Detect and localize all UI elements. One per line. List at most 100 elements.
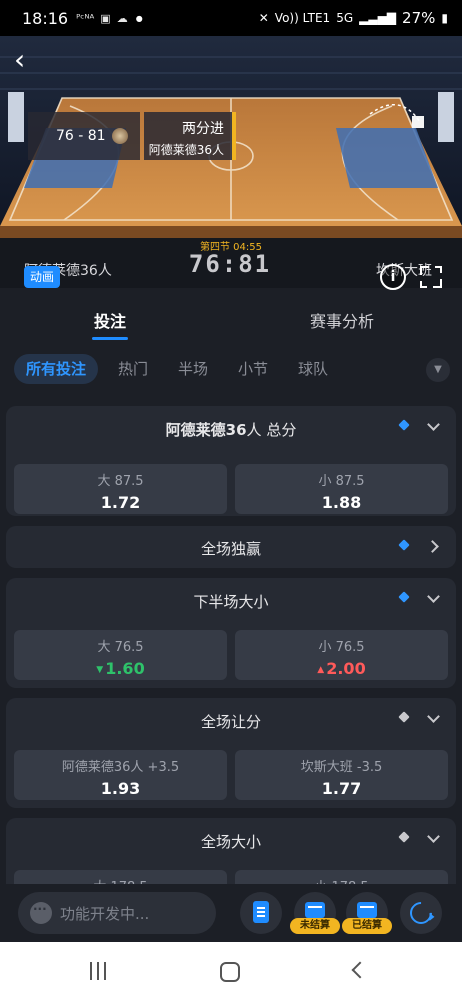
market-card: 全场让分 阿德莱德36人 +3.5 1.93 坎斯大班 -3.5 1.77 bbox=[6, 698, 456, 808]
signal-label: 5G bbox=[336, 11, 354, 25]
market-card: 全场大小 大 178.5 小 178.5 bbox=[6, 818, 456, 884]
chevron-down-icon[interactable] bbox=[426, 830, 442, 846]
info-icon[interactable]: i bbox=[380, 264, 406, 290]
chevron-down-icon[interactable] bbox=[426, 418, 442, 434]
market-title: 阿德莱德36人 总分 bbox=[165, 421, 297, 439]
odds-value: ▼ 1.60 bbox=[96, 659, 145, 678]
odds-value: 1.72 bbox=[100, 493, 141, 512]
notification-dot-icon: ● bbox=[135, 13, 143, 23]
tab-match-analysis[interactable]: 赛事分析 bbox=[310, 308, 374, 332]
chevron-down-icon[interactable] bbox=[426, 590, 442, 606]
odds-label: 阿德莱德36人 +3.5 bbox=[61, 760, 180, 775]
main-tabs: 投注 赛事分析 bbox=[0, 296, 462, 344]
bottom-toolbar: 功能开发中... 未结算 已结算 bbox=[0, 884, 462, 942]
odds-button[interactable]: 小 76.5 ▲ 2.00 bbox=[235, 630, 448, 680]
odds-value: ▲ 2.00 bbox=[317, 659, 366, 678]
odds-button[interactable]: 小 178.5 bbox=[235, 870, 448, 884]
sub-tab-all-bets[interactable]: 所有投注 bbox=[14, 354, 99, 384]
cloud-icon: ☁ bbox=[116, 11, 128, 25]
recent-apps-icon[interactable] bbox=[90, 962, 108, 980]
market-title: 全场大小 bbox=[200, 833, 261, 851]
chevron-down-icon[interactable]: ▼ bbox=[426, 358, 450, 382]
market-title: 全场独赢 bbox=[200, 540, 261, 558]
sub-tab-half[interactable]: 半场 bbox=[178, 354, 208, 384]
signal-bars-icon: ▂▃▅▇ bbox=[359, 11, 397, 25]
score-compact: 76 - 81 bbox=[56, 128, 106, 144]
market-header[interactable]: 下半场大小 bbox=[6, 578, 456, 622]
market-card[interactable]: 全场独赢 bbox=[6, 526, 456, 568]
market-header[interactable]: 阿德莱德36人 总分 bbox=[6, 406, 456, 450]
pin-icon[interactable] bbox=[398, 420, 410, 432]
pin-icon[interactable] bbox=[398, 592, 410, 604]
bet-slip-button[interactable] bbox=[240, 892, 282, 934]
sub-tab-team[interactable]: 球队 bbox=[298, 354, 328, 384]
document-icon bbox=[253, 901, 269, 923]
sub-tab-quarter[interactable]: 小节 bbox=[238, 354, 268, 384]
mute-icon: ✕ bbox=[258, 11, 269, 25]
pin-icon[interactable] bbox=[398, 712, 410, 724]
odds-button[interactable]: 大 178.5 bbox=[14, 870, 227, 884]
markets-list: 阿德莱德36人 总分 大 87.5 1.72 小 87.5 1.88 全场独赢 … bbox=[0, 392, 462, 884]
status-time: 18:16 bbox=[22, 8, 69, 28]
tray-icon bbox=[305, 902, 325, 918]
back-icon[interactable] bbox=[351, 961, 369, 979]
odds-label: 大 178.5 bbox=[14, 876, 227, 884]
odds-button[interactable]: 大 87.5 1.72 bbox=[14, 464, 227, 514]
pin-icon[interactable] bbox=[398, 832, 410, 844]
market-card: 阿德莱德36人 总分 大 87.5 1.72 小 87.5 1.88 bbox=[6, 406, 456, 516]
back-button[interactable]: ‹ bbox=[14, 46, 38, 76]
market-header[interactable]: 全场独赢 bbox=[6, 526, 456, 568]
network-label: Vo)) LTE1 bbox=[274, 11, 331, 25]
settled-label: 已结算 bbox=[342, 918, 392, 934]
event-team: 阿德莱德36人 bbox=[148, 143, 224, 157]
refresh-button[interactable] bbox=[400, 892, 442, 934]
odds-button[interactable]: 阿德莱德36人 +3.5 1.93 bbox=[14, 750, 227, 800]
odds-label: 大 76.5 bbox=[97, 640, 144, 655]
system-nav-bar bbox=[0, 942, 462, 1000]
odds-value: 1.77 bbox=[321, 779, 362, 798]
chevron-down-icon[interactable] bbox=[426, 710, 442, 726]
pin-icon[interactable] bbox=[398, 540, 410, 552]
odds-label: 坎斯大班 -3.5 bbox=[300, 760, 383, 775]
tab-bets[interactable]: 投注 bbox=[91, 308, 129, 340]
chevron-right-icon[interactable] bbox=[426, 538, 442, 554]
odds-up-icon: ▼ bbox=[96, 665, 104, 675]
status-bar: 18:16 ᴾᶜᴺᴬ ▣ ☁ ● ✕ Vo)) LTE1 5G ▂▃▅▇ 27%… bbox=[0, 0, 462, 36]
main-score: 76:81 bbox=[188, 250, 272, 278]
sub-tabs: 所有投注 热门 半场 小节 球队 ▼ bbox=[0, 344, 462, 392]
court-animation: ‹ 76 - 81 两分进 阿德莱德36人 bbox=[0, 36, 462, 248]
refresh-icon bbox=[405, 897, 437, 929]
sub-tab-popular[interactable]: 热门 bbox=[118, 354, 148, 384]
tray-icon bbox=[357, 902, 377, 918]
market-card: 下半场大小 大 76.5 ▼ 1.60 小 76.5 ▲ 2.00 bbox=[6, 578, 456, 688]
unsettled-button[interactable]: 未结算 bbox=[290, 892, 340, 934]
event-overlay: 两分进 阿德莱德36人 bbox=[144, 112, 236, 160]
battery-icon: ▮ bbox=[441, 11, 448, 25]
chat-input[interactable]: 功能开发中... bbox=[18, 892, 216, 934]
odds-label: 小 76.5 bbox=[318, 640, 365, 655]
chat-input-placeholder: 功能开发中... bbox=[60, 904, 150, 923]
home-icon[interactable] bbox=[220, 962, 240, 982]
settled-button[interactable]: 已结算 bbox=[342, 892, 392, 934]
odds-label: 小 87.5 bbox=[318, 474, 365, 489]
image-icon: ▣ bbox=[100, 11, 111, 25]
pcna-icon: ᴾᶜᴺᴬ bbox=[76, 11, 95, 25]
odds-label: 小 178.5 bbox=[235, 876, 448, 884]
odds-value: 1.88 bbox=[321, 493, 362, 512]
odds-down-icon: ▲ bbox=[317, 665, 325, 675]
market-header[interactable]: 全场让分 bbox=[6, 698, 456, 742]
score-overlay: 76 - 81 bbox=[28, 112, 140, 160]
odds-button[interactable]: 小 87.5 1.88 bbox=[235, 464, 448, 514]
odds-value: 1.93 bbox=[100, 779, 141, 798]
fullscreen-icon[interactable] bbox=[420, 266, 442, 288]
event-title: 两分进 bbox=[182, 121, 224, 137]
team-logo-icon bbox=[112, 128, 128, 144]
battery-level: 27% bbox=[402, 9, 436, 27]
market-title: 全场让分 bbox=[200, 713, 261, 731]
market-header[interactable]: 全场大小 bbox=[6, 818, 456, 862]
odds-button[interactable]: 坎斯大班 -3.5 1.77 bbox=[235, 750, 448, 800]
scoreboard-strip: 第四节 04:55 阿德莱德36人 动画 76:81 坎斯大班 i bbox=[0, 238, 462, 290]
odds-button[interactable]: 大 76.5 ▼ 1.60 bbox=[14, 630, 227, 680]
animation-toggle-button[interactable]: 动画 bbox=[24, 266, 61, 288]
unsettled-label: 未结算 bbox=[290, 918, 340, 934]
